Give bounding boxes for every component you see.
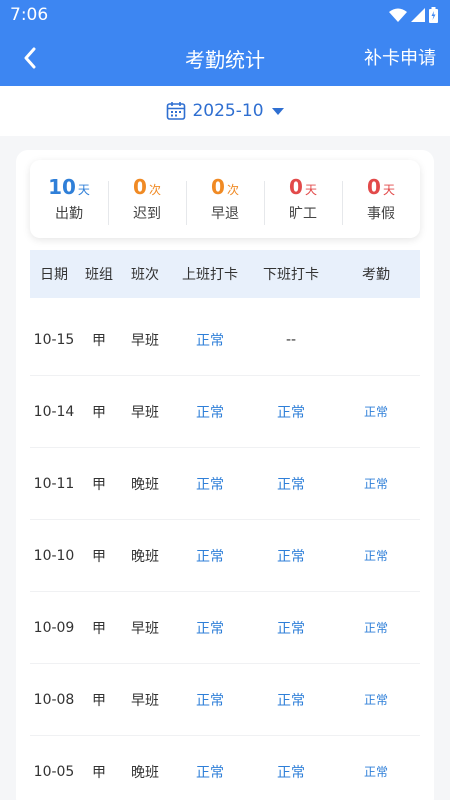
stat-value-line: 0次 [186, 175, 264, 199]
stat-label: 事假 [367, 206, 395, 222]
stat-value: 10 [48, 175, 76, 199]
cell-team: 甲 [92, 476, 106, 493]
cell-date: 10-10 [33, 547, 75, 564]
status-icons [389, 6, 438, 24]
stat-label: 出勤 [55, 206, 83, 222]
header-attendance: 考勤 [362, 267, 390, 283]
cell-clock-in: 正常 [196, 404, 224, 421]
stat-unit: 天 [77, 183, 90, 197]
cell-clock-in: 正常 [196, 764, 224, 781]
stat-unit: 次 [226, 183, 239, 197]
stat-label: 迟到 [133, 206, 161, 222]
wifi-icon [389, 8, 407, 22]
table-row[interactable]: 10-08 甲 早班 正常 正常 正常 [30, 664, 420, 736]
cell-clock-out: 正常 [277, 692, 305, 709]
calendar-icon [167, 102, 186, 120]
cell-shift: 晚班 [131, 476, 159, 493]
battery-icon [429, 7, 438, 23]
cell-attendance: 正常 [363, 405, 388, 419]
table-row[interactable]: 10-11 甲 晚班 正常 正常 正常 [30, 448, 420, 520]
cell-date: 10-15 [33, 331, 75, 348]
cell-shift: 早班 [131, 620, 159, 637]
stat-label: 早退 [211, 206, 239, 222]
cell-team: 甲 [92, 548, 106, 565]
cell-team: 甲 [92, 332, 106, 349]
stat-value: 0 [289, 175, 303, 199]
cell-attendance: 正常 [363, 693, 388, 707]
header-shift: 班次 [131, 267, 159, 283]
header-clock-out: 下班打卡 [263, 267, 319, 283]
cell-date: 10-08 [33, 691, 75, 708]
table-row[interactable]: 10-10 甲 晚班 正常 正常 正常 [30, 520, 420, 592]
cell-clock-in: 正常 [196, 476, 224, 493]
caret-down-icon [271, 107, 284, 115]
stat-personal-leave: 0天 事假 [342, 175, 420, 225]
stat-value: 0 [367, 175, 381, 199]
table-header: 日期 班组 班次 上班打卡 下班打卡 考勤 [30, 250, 420, 298]
cell-clock-in: 正常 [196, 548, 224, 565]
stat-early-leave: 0次 早退 [186, 175, 264, 225]
cell-shift: 早班 [131, 332, 159, 349]
table-row[interactable]: 10-15 甲 早班 正常 -- [30, 304, 420, 376]
stat-value-line: 10 天 [30, 175, 108, 199]
stat-value-line: 0次 [108, 175, 186, 199]
stat-value: 0 [211, 175, 225, 199]
month-value: 2025-10 [192, 101, 264, 121]
stat-value: 0 [133, 175, 147, 199]
table-row[interactable]: 10-09 甲 早班 正常 正常 正常 [30, 592, 420, 664]
stat-value-line: 0天 [342, 175, 420, 199]
cell-date: 10-09 [33, 619, 75, 636]
cell-clock-out: -- [285, 331, 297, 348]
stat-late: 0次 迟到 [108, 175, 186, 225]
cell-shift: 早班 [131, 404, 159, 421]
cell-attendance: 正常 [363, 621, 388, 635]
chevron-left-icon [24, 47, 36, 69]
stat-value-line: 0天 [264, 175, 342, 199]
cell-clock-out: 正常 [277, 476, 305, 493]
back-button[interactable] [14, 42, 46, 74]
cell-team: 甲 [92, 620, 106, 637]
makeup-request-button[interactable]: 补卡申请 [364, 44, 436, 70]
header-date: 日期 [40, 267, 68, 283]
stat-unit: 天 [304, 183, 317, 197]
cell-clock-in: 正常 [196, 332, 224, 349]
cell-clock-out: 正常 [277, 548, 305, 565]
stat-attendance: 10 天 出勤 [30, 175, 108, 223]
cell-clock-out: 正常 [277, 404, 305, 421]
stat-label: 旷工 [289, 206, 317, 222]
stat-absent: 0天 旷工 [264, 175, 342, 225]
attendance-card: 10 天 出勤 0次 迟到 0次 早退 0天 旷工 0天 事假 日期 班组 班次 … [16, 150, 434, 800]
status-bar: 7:06 [0, 0, 450, 30]
cell-date: 10-14 [33, 403, 75, 420]
stat-unit: 次 [148, 183, 161, 197]
cell-clock-in: 正常 [196, 692, 224, 709]
cell-attendance: 正常 [363, 477, 388, 491]
app-header: 7:06 考勤统计 补卡申请 [0, 0, 450, 86]
cell-team: 甲 [92, 764, 106, 781]
attendance-summary: 10 天 出勤 0次 迟到 0次 早退 0天 旷工 0天 事假 [30, 160, 420, 238]
cell-clock-out: 正常 [277, 764, 305, 781]
cell-shift: 晚班 [131, 548, 159, 565]
table-row[interactable]: 10-14 甲 早班 正常 正常 正常 [30, 376, 420, 448]
table-row[interactable]: 10-05 甲 晚班 正常 正常 正常 [30, 736, 420, 800]
cell-date: 10-05 [33, 763, 75, 780]
stat-unit: 天 [382, 183, 395, 197]
cell-clock-in: 正常 [196, 620, 224, 637]
header-clock-in: 上班打卡 [182, 267, 238, 283]
signal-icon [411, 8, 425, 22]
header-team: 班组 [85, 267, 113, 283]
cell-date: 10-11 [33, 475, 75, 492]
cell-shift: 晚班 [131, 764, 159, 781]
cell-clock-out: 正常 [277, 620, 305, 637]
cell-attendance: 正常 [363, 765, 388, 779]
status-time: 7:06 [10, 5, 49, 25]
month-selector[interactable]: 2025-10 [0, 86, 450, 136]
cell-team: 甲 [92, 404, 106, 421]
cell-team: 甲 [92, 692, 106, 709]
nav-bar: 考勤统计 补卡申请 [0, 30, 450, 86]
cell-shift: 早班 [131, 692, 159, 709]
cell-attendance: 正常 [363, 549, 388, 563]
